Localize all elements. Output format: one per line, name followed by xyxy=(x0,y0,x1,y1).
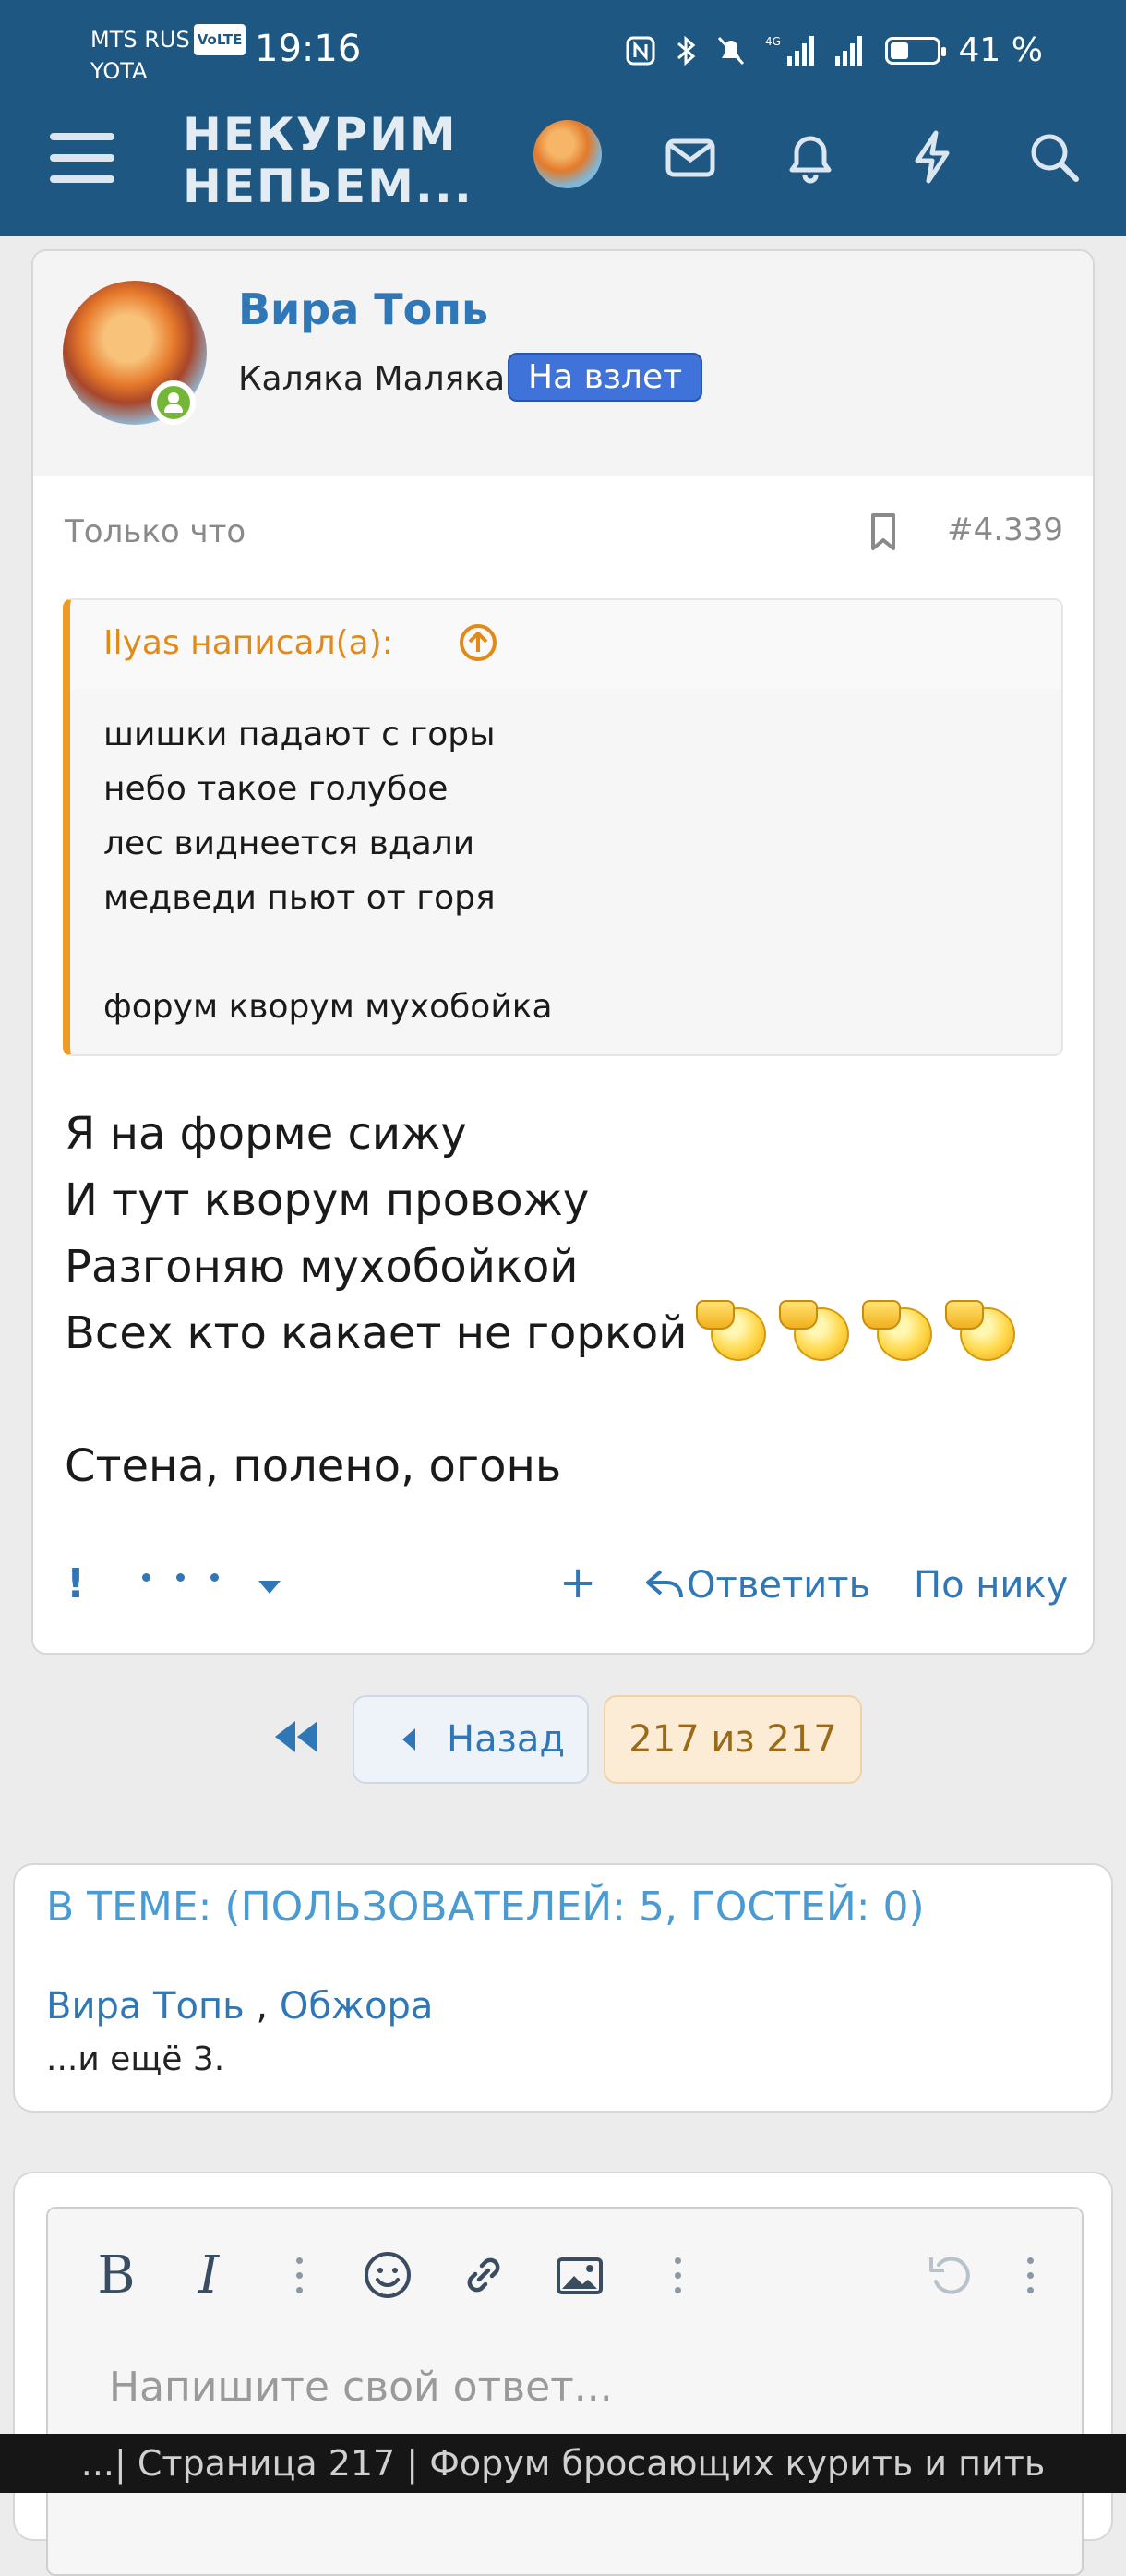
image-icon[interactable] xyxy=(550,2245,609,2305)
carrier-name: MTS RUS xyxy=(90,27,190,53)
fist-smiley-emoji-icon xyxy=(779,1300,853,1361)
prev-page-button[interactable]: Назад xyxy=(353,1695,589,1784)
reply-button[interactable]: Ответить xyxy=(644,1564,870,1607)
forum-logo[interactable]: НЕКУРИМ НЕПЬЕМ... xyxy=(183,109,473,212)
smiley-icon[interactable] xyxy=(358,2245,417,2305)
post-time[interactable]: Только что xyxy=(65,513,246,550)
carrier-info: MTS RUS VoLTE YOTA xyxy=(90,24,246,87)
current-page-indicator[interactable]: 217 из 217 xyxy=(604,1695,862,1784)
lightning-icon[interactable] xyxy=(903,127,962,187)
message-line: И тут кворум провожу xyxy=(65,1174,590,1226)
quote-line: медведи пьют от горя xyxy=(103,879,496,917)
status-icons: 4G 41 % xyxy=(625,31,1043,69)
undo-icon[interactable] xyxy=(921,2245,980,2305)
message-text: Всех кто какает не горкой xyxy=(65,1307,688,1359)
in-topic-title: В ТЕМЕ: (ПОЛЬЗОВАТЕЛЕЙ: 5, ГОСТЕЙ: 0) xyxy=(46,1884,925,1931)
separator: , xyxy=(256,1985,269,2028)
signal-icon xyxy=(833,34,867,67)
more-options-icon[interactable] xyxy=(1000,2245,1060,2305)
clock: 19:16 xyxy=(255,28,362,70)
header-avatar[interactable] xyxy=(533,120,602,188)
message-line: Стена, полено, огонь xyxy=(65,1440,562,1492)
page-title-bar[interactable]: ...| Страница 217 | Форум бросающих кури… xyxy=(0,2434,1126,2493)
fist-smiley-emoji-icon xyxy=(862,1300,936,1361)
fist-smiley-emoji-icon xyxy=(696,1300,770,1361)
bold-button[interactable]: B xyxy=(87,2245,146,2305)
arrow-up-circle-icon[interactable] xyxy=(458,622,498,663)
menu-icon[interactable] xyxy=(50,133,114,188)
quote-line: лес виднеется вдали xyxy=(103,825,475,862)
chevron-down-icon[interactable] xyxy=(258,1581,281,1594)
emoji-group xyxy=(687,1300,1019,1361)
quote-block: Ilyas написал(а): шишки падают с горы не… xyxy=(63,598,1063,1056)
post-number[interactable]: #4.339 xyxy=(947,512,1063,548)
top-bar: MTS RUS VoLTE YOTA 19:16 4G 41 % НЕКУРИМ … xyxy=(0,0,1126,236)
more-format-icon[interactable] xyxy=(270,2245,329,2305)
mail-icon[interactable] xyxy=(661,127,720,187)
message-line: Разгоняю мухобойкой xyxy=(65,1241,579,1293)
more-actions-icon[interactable] xyxy=(142,1573,219,1582)
battery-icon xyxy=(884,36,946,65)
in-topic-users: Вира Топь , Обжора xyxy=(46,1985,433,2028)
volte-badge: VoLTE xyxy=(193,24,246,55)
reply-label: Ответить xyxy=(687,1564,871,1607)
first-page-icon[interactable] xyxy=(270,1714,321,1760)
message-line: Я на форме сижу xyxy=(65,1108,467,1160)
quote-line: форум кворум мухобойка xyxy=(103,988,553,1026)
fist-smiley-emoji-icon xyxy=(945,1300,1019,1361)
report-button[interactable]: ! xyxy=(66,1560,85,1607)
quote-author[interactable]: Ilyas написал(а): xyxy=(103,624,393,662)
logo-line-2: НЕПЬЕМ... xyxy=(183,160,473,213)
message-line xyxy=(65,1366,1019,1433)
bookmark-icon[interactable] xyxy=(868,512,899,552)
quote-line xyxy=(103,925,553,980)
user-title: Каляка Маляка xyxy=(238,360,506,398)
signal-4g-icon: 4G xyxy=(765,34,815,67)
italic-button[interactable]: I xyxy=(179,2245,238,2305)
link-icon[interactable] xyxy=(454,2245,513,2305)
post-user-block: Вира Топь Каляка Маляка На взлет xyxy=(33,251,1093,476)
search-icon[interactable] xyxy=(1024,127,1084,187)
bluetooth-icon xyxy=(675,34,697,67)
battery-percent: 41 % xyxy=(958,31,1043,69)
quote-line: шишки падают с горы xyxy=(103,716,496,753)
prev-page-label: Назад xyxy=(447,1718,566,1761)
logo-line-1: НЕКУРИМ xyxy=(183,108,458,162)
user-badge: На взлет xyxy=(508,353,703,402)
carrier-name-2: YOTA xyxy=(90,58,148,84)
multi-quote-button[interactable]: + xyxy=(559,1557,596,1608)
user-link[interactable]: Вира Топь xyxy=(46,1985,245,2028)
reply-icon xyxy=(646,1570,683,1598)
more-insert-icon[interactable] xyxy=(648,2245,707,2305)
user-link[interactable]: Обжора xyxy=(280,1985,434,2028)
post-author-name[interactable]: Вира Топь xyxy=(238,284,488,334)
battery-fill xyxy=(890,42,909,59)
nfc-icon xyxy=(625,35,656,66)
reply-by-nick-button[interactable]: По нику xyxy=(914,1564,1068,1607)
post-actions: ! + Ответить По нику xyxy=(33,1547,1093,1621)
quote-body: шишки падают с горы небо такое голубое л… xyxy=(103,707,553,1034)
reply-input[interactable]: Напишите свой ответ... xyxy=(109,2364,613,2411)
bell-icon[interactable] xyxy=(781,127,840,187)
quote-line: небо такое голубое xyxy=(103,770,449,808)
reply-editor: B I Напишите свой ответ... xyxy=(46,2207,1084,2576)
in-topic-panel: В ТЕМЕ: (ПОЛЬЗОВАТЕЛЕЙ: 5, ГОСТЕЙ: 0) Ви… xyxy=(13,1863,1113,2113)
post-card: Вира Топь Каляка Маляка На взлет Только … xyxy=(31,249,1095,1655)
mute-bell-icon xyxy=(715,34,747,67)
online-status-icon xyxy=(151,380,196,425)
caret-left-icon xyxy=(402,1728,415,1751)
in-topic-more[interactable]: ...и ещё 3. xyxy=(46,2040,224,2078)
network-label: 4G xyxy=(765,35,781,48)
message-line-with-emoji: Всех кто какает не горкой xyxy=(65,1300,1019,1366)
post-message: Я на форме сижу И тут кворум провожу Раз… xyxy=(65,1101,1019,1499)
